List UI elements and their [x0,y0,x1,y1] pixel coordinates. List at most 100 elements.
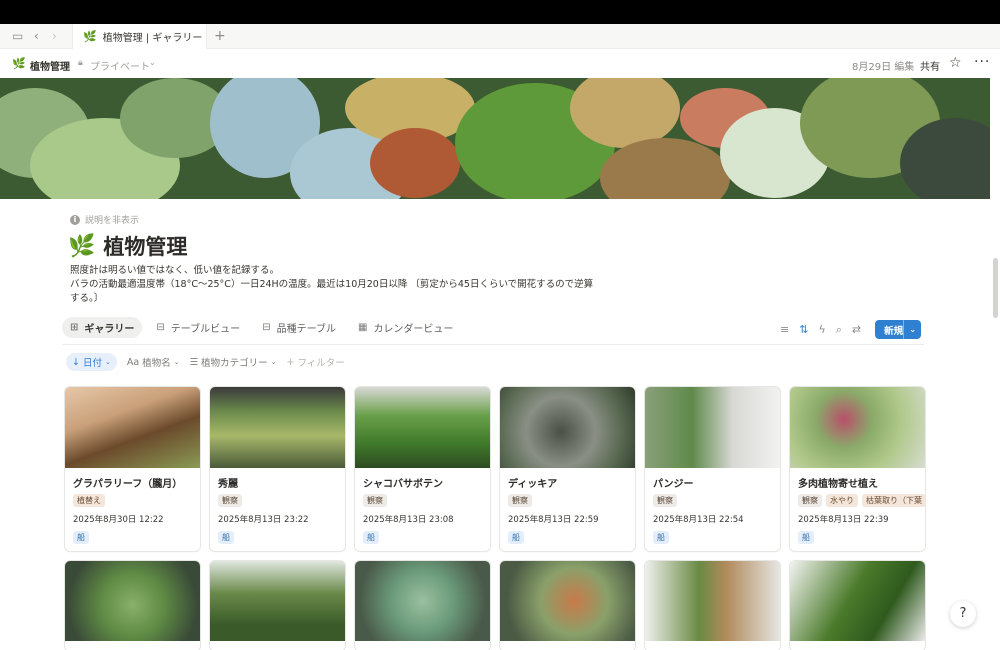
description-toggle-label: 説明を非表示 [85,216,140,226]
gallery-card[interactable] [65,561,200,650]
card-date: 2025年8月13日 23:08 [363,515,454,525]
gallery-card[interactable]: グラパラリーフ（朧月） 植替え 2025年8月30日 12:22 船 [65,387,200,551]
tab-variety-table[interactable]: ⊟ 品種テーブル [254,317,344,338]
gallery-card[interactable] [790,561,925,650]
automation-icon[interactable]: ϟ [818,323,825,337]
gallery-card[interactable] [500,561,635,650]
view-tabs: ⊞ ギャラリー ⊟ テーブルビュー ⊟ 品種テーブル ▦ カレンダービュー [62,317,461,338]
description-toggle[interactable]: i 説明を非表示 [70,213,139,226]
new-tab-button[interactable]: + [214,28,226,44]
sidebar-toggle-icon[interactable]: ▭ [12,30,23,43]
chevron-down-icon[interactable]: ⌄ [149,58,156,67]
settings-icon[interactable]: ⇄ [852,323,861,337]
tab-title: 植物管理 | ギャラリー [102,33,203,44]
plus-icon: + [286,356,295,368]
card-title: 秀麗 [218,479,238,490]
description-line: する。〕 [70,293,104,304]
lock-icon: 🔒︎ [78,58,83,68]
help-button[interactable]: ? [950,601,976,627]
chevron-down-icon: ⌄ [270,358,277,366]
chevron-down-icon[interactable]: ⌄ [903,320,916,339]
new-button[interactable]: 新規 ⌄ [875,320,922,339]
sort-date-chip[interactable]: ↓ 日付 ⌄ [66,353,117,371]
filter-plant-category[interactable]: ☰ 植物カテゴリー ⌄ [190,353,277,371]
gallery-card[interactable] [645,561,780,650]
gallery-card[interactable]: シャコバサボテン 観察 2025年8月13日 23:08 船 [355,387,490,551]
card-title: パンジー [653,479,694,490]
back-icon[interactable]: ‹ [34,30,39,43]
gallery-card[interactable] [210,561,345,650]
notion-window: ▭ ‹ › 🌿 植物管理 | ギャラリー + 🌿 植物管理 🔒︎ プライベート … [0,24,1000,650]
filter-label: フィルター [297,358,345,369]
card-tag: 観察 [218,494,242,507]
card-photo [500,387,635,468]
tab-plant-gallery[interactable]: 🌿 植物管理 | ギャラリー [72,24,207,49]
card-photo [790,561,925,641]
list-property-icon: ☰ [189,356,199,368]
gallery-card[interactable]: パンジー 観察 2025年8月13日 22:54 船 [645,387,780,551]
filter-plant-name[interactable]: Aa 植物名 ⌄ [127,353,180,371]
leaf-icon: 🌿 [83,30,97,43]
card-location: 船 [653,531,669,544]
tab-calendar-view[interactable]: ▦ カレンダービュー [350,317,461,338]
scrollbar-thumb[interactable] [993,258,998,318]
card-title: ディッキア [508,479,558,490]
add-filter-button[interactable]: + フィルター [287,353,345,371]
card-photo [645,387,780,468]
tab-table-view[interactable]: ⊟ テーブルビュー [148,317,248,338]
card-location: 船 [798,531,814,544]
card-title: シャコバサボテン [363,479,443,490]
card-tag: 観察 [363,494,387,507]
card-tag: 観察 [798,494,822,507]
filter-label: 植物カテゴリー [201,358,268,369]
view-toolbar: ≡ ⇅ ϟ ⌕ ⇄ 新規 ⌄ [780,320,922,339]
divider [62,344,924,345]
star-icon[interactable]: ☆ [949,55,962,71]
gallery-card[interactable]: 秀麗 観察 2025年8月13日 23:22 船 [210,387,345,551]
card-photo [790,387,925,468]
description-line: 照度計は明るい値ではなく、低い値を記録する。 [70,265,280,276]
forward-icon[interactable]: › [52,30,57,43]
card-location: 船 [218,531,234,544]
breadcrumb-title[interactable]: 植物管理 [30,58,70,73]
card-tag: 水やり [826,494,858,507]
card-tag: 枯葉取り（下葉 [862,494,925,507]
view-label: テーブルビュー [170,324,241,335]
leaf-icon[interactable]: 🌿 [68,234,95,259]
card-location: 船 [73,531,89,544]
chevron-down-icon: ⌄ [104,358,111,366]
edited-timestamp: 8月29日 編集 [852,62,915,73]
card-title: 多肉植物寄せ植え [798,479,878,490]
card-tag: 観察 [653,494,677,507]
leaf-icon: 🌿 [12,57,26,70]
gallery-card[interactable]: 多肉植物寄せ植え 観察 水やり 枯葉取り（下葉 2025年8月13日 22:39… [790,387,925,551]
description-line: バラの活動最適温度帯（18°C～25°C）一日24Hの温度。最近は10月20日以… [70,279,594,290]
filter-icon[interactable]: ≡ [780,323,789,337]
tab-gallery[interactable]: ⊞ ギャラリー [62,317,143,338]
card-title: グラパラリーフ（朧月） [73,479,183,490]
card-photo [355,387,490,468]
card-date: 2025年8月13日 23:22 [218,515,309,525]
filter-bar: ↓ 日付 ⌄ Aa 植物名 ⌄ ☰ 植物カテゴリー ⌄ + フィルター [66,353,345,371]
card-location: 船 [508,531,524,544]
filter-label: 植物名 [142,358,171,369]
search-icon[interactable]: ⌕ [836,323,842,337]
view-label: ギャラリー [84,324,135,335]
sort-icon[interactable]: ⇅ [799,323,808,337]
view-label: 品種テーブル [276,324,336,335]
card-tag: 観察 [508,494,532,507]
privacy-label[interactable]: プライベート [90,58,150,73]
card-photo [65,561,200,641]
card-photo [355,561,490,641]
page-title[interactable]: 植物管理 [103,231,187,261]
new-button-label: 新規 [884,325,904,337]
gallery-card[interactable] [355,561,490,650]
card-photo [645,561,780,641]
gallery-card[interactable]: ディッキア 観察 2025年8月13日 22:59 船 [500,387,635,551]
scrollbar[interactable] [990,78,1000,650]
share-button[interactable]: 共有 [920,58,940,73]
browser-tab-bar: ▭ ‹ › 🌿 植物管理 | ギャラリー + [0,24,1000,49]
page-description: 照度計は明るい値ではなく、低い値を記録する。 バラの活動最適温度帯（18°C～2… [70,264,600,306]
more-icon[interactable]: ··· [974,54,990,70]
card-photo [65,387,200,468]
